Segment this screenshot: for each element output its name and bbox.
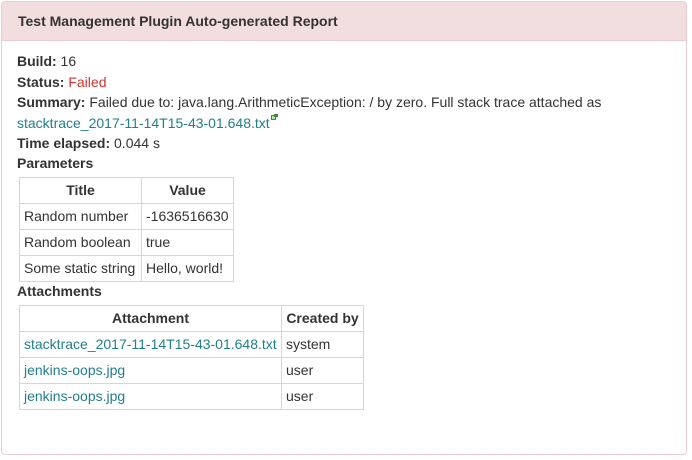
time-row: Time elapsed: 0.044 s [17, 133, 686, 154]
created-by: system [281, 330, 364, 358]
parameter-title: Random boolean [19, 228, 142, 256]
attachment-cell: jenkins-oops.jpg [19, 382, 282, 410]
attachment-link[interactable]: jenkins-oops.jpg [24, 362, 125, 378]
parameter-value: -1636516630 [141, 202, 234, 230]
build-row: Build: 16 [17, 51, 686, 72]
summary-row: Summary: Failed due to: java.lang.Arithm… [17, 92, 686, 113]
attachment-cell: jenkins-oops.jpg [19, 356, 282, 384]
column-header-title: Title [19, 176, 142, 204]
build-value: 16 [60, 53, 77, 69]
attachments-table: Attachment Created by stacktrace_2017-11… [19, 304, 364, 410]
attachments-header-row: Attachment Created by [19, 304, 364, 332]
column-header-created-by: Created by [281, 304, 364, 332]
parameters-header-row: Title Value [19, 176, 234, 204]
created-by: user [281, 356, 364, 384]
table-row: jenkins-oops.jpg user [19, 356, 364, 384]
build-label: Build: [17, 53, 57, 69]
status-row: Status: Failed [17, 72, 686, 93]
created-by: user [281, 382, 364, 410]
summary-text: Failed due to: java.lang.ArithmeticExcep… [89, 94, 602, 110]
attachment-link[interactable]: stacktrace_2017-11-14T15-43-01.648.txt [24, 336, 277, 352]
table-row: stacktrace_2017-11-14T15-43-01.648.txt s… [19, 330, 364, 358]
time-label: Time elapsed: [17, 135, 111, 151]
external-link-icon [270, 113, 278, 121]
attachment-cell: stacktrace_2017-11-14T15-43-01.648.txt [19, 330, 282, 358]
report-body: Build: 16 Status: Failed Summary: Failed… [2, 41, 686, 410]
stacktrace-link[interactable]: stacktrace_2017-11-14T15-43-01.648.txt [17, 115, 270, 131]
summary-label: Summary: [17, 94, 86, 110]
column-header-value: Value [141, 176, 234, 204]
parameter-value: Hello, world! [141, 254, 234, 282]
parameters-table: Title Value Random number -1636516630 Ra… [19, 176, 234, 282]
table-row: jenkins-oops.jpg user [19, 382, 364, 410]
table-row: Random boolean true [19, 228, 234, 256]
table-row: Random number -1636516630 [19, 202, 234, 230]
report-title: Test Management Plugin Auto-generated Re… [2, 2, 686, 41]
attachments-heading: Attachments [17, 282, 102, 299]
status-value: Failed [68, 73, 107, 90]
parameters-heading: Parameters [17, 154, 94, 171]
parameter-title: Random number [19, 202, 142, 230]
status-label: Status: [17, 73, 65, 90]
parameter-title: Some static string [19, 254, 142, 282]
report-panel: Test Management Plugin Auto-generated Re… [1, 1, 687, 455]
column-header-attachment: Attachment [19, 304, 282, 332]
parameter-value: true [141, 228, 234, 256]
time-value: 0.044 s [114, 135, 160, 151]
summary-link-row: stacktrace_2017-11-14T15-43-01.648.txt [17, 113, 686, 134]
attachment-link[interactable]: jenkins-oops.jpg [24, 388, 125, 404]
table-row: Some static string Hello, world! [19, 254, 234, 282]
